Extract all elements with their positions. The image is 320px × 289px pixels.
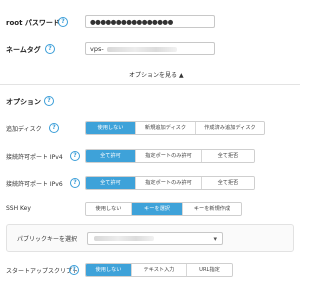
ipv4-option[interactable]: 全て拒否 — [202, 150, 254, 162]
ssh-key-label: SSH Key — [6, 205, 31, 212]
add-disk-option[interactable]: 作成済み追加ディスク — [196, 122, 264, 134]
name-tag-input[interactable]: vps- — [85, 42, 215, 55]
add-disk-label: 追加ディスク — [6, 126, 42, 133]
help-icon[interactable]: ? — [49, 123, 59, 133]
ipv6-option[interactable]: 全て拒否 — [202, 177, 254, 189]
ipv4-option[interactable]: 指定ポートのみ許可 — [136, 150, 202, 162]
ipv4-segmented: 全て許可 指定ポートのみ許可 全て拒否 — [85, 149, 255, 163]
redacted-value — [106, 46, 177, 52]
ssh-key-option[interactable]: キーを選択 — [132, 203, 183, 215]
chevron-down-icon: ▾ — [213, 235, 217, 243]
help-icon[interactable]: ? — [70, 178, 80, 188]
help-icon[interactable]: ? — [45, 44, 55, 54]
startup-script-segmented: 使用しない テキスト入力 URL指定 — [85, 263, 233, 277]
add-disk-segmented: 使用しない 新規追加ディスク 作成済み追加ディスク — [85, 121, 265, 135]
ssh-key-segmented: 使用しない キーを選択 キーを新規作成 — [85, 202, 242, 216]
startup-script-label: スタートアップスクリプト — [6, 268, 79, 275]
add-disk-option[interactable]: 使用しない — [86, 122, 136, 134]
add-disk-option[interactable]: 新規追加ディスク — [136, 122, 196, 134]
options-heading: オプション — [6, 98, 41, 106]
name-tag-value: vps- — [90, 45, 104, 53]
help-icon[interactable]: ? — [69, 265, 79, 275]
show-options-label: オプションを見る — [129, 72, 178, 79]
redacted-value — [94, 236, 154, 241]
ipv6-option[interactable]: 指定ポートのみ許可 — [136, 177, 202, 189]
ipv4-option[interactable]: 全て許可 — [86, 150, 136, 162]
name-tag-label: ネームタグ — [6, 46, 41, 54]
startup-option[interactable]: 使用しない — [86, 264, 132, 276]
ipv4-label: 接続許可ポート IPv4 — [6, 154, 63, 161]
ipv6-label: 接続許可ポート IPv6 — [6, 181, 63, 188]
help-icon[interactable]: ? — [70, 151, 80, 161]
ipv6-segmented: 全て許可 指定ポートのみ許可 全て拒否 — [85, 176, 255, 190]
divider — [0, 84, 300, 85]
public-key-panel: パブリックキーを選択 ▾ — [6, 224, 294, 252]
chevron-up-icon: ▲ — [178, 72, 184, 79]
startup-option[interactable]: テキスト入力 — [132, 264, 187, 276]
help-icon[interactable]: ? — [58, 17, 68, 27]
ipv6-option[interactable]: 全て許可 — [86, 177, 136, 189]
help-icon[interactable]: ? — [44, 96, 54, 106]
ssh-key-option[interactable]: 使用しない — [86, 203, 132, 215]
ssh-key-option[interactable]: キーを新規作成 — [183, 203, 241, 215]
root-password-input[interactable]: ●●●●●●●●●●●●●●●● — [85, 15, 215, 28]
root-password-label: root パスワード — [6, 19, 60, 27]
public-key-label: パブリックキーを選択 — [17, 236, 78, 243]
public-key-select[interactable]: ▾ — [87, 232, 223, 245]
show-options-toggle[interactable]: オプションを見る ▲ — [129, 70, 184, 79]
startup-option[interactable]: URL指定 — [187, 264, 232, 276]
